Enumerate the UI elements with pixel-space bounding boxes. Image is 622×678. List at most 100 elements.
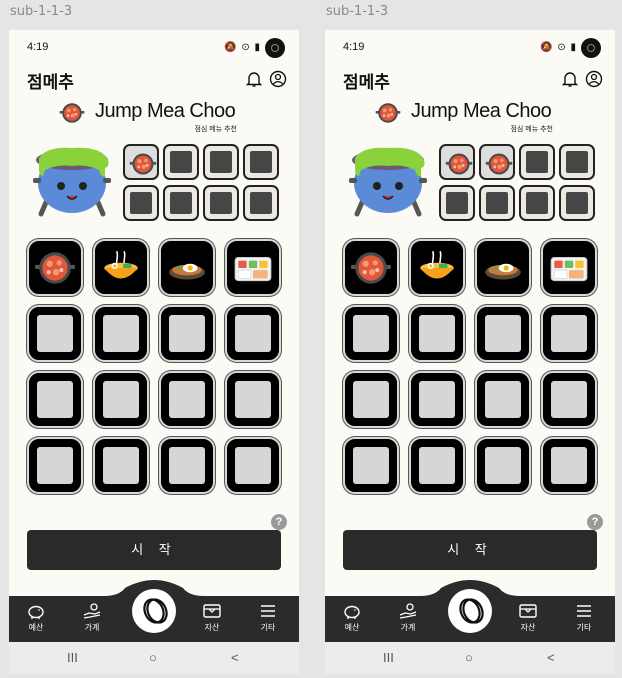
bell-icon[interactable] [561,70,579,88]
tab-label: 예산 [28,623,44,632]
status-bar: 4:19 🔕 ⊙ ▮ [343,38,601,58]
menu-slot-empty[interactable] [27,305,83,362]
app-title: 점메추 [343,73,390,92]
menu-item-tteokbokki[interactable] [27,239,83,296]
menu-slot-empty[interactable] [541,305,597,362]
help-icon[interactable]: ? [587,514,603,530]
back-button[interactable]: < [547,650,555,665]
coin-icon [459,598,484,624]
selected-slot [163,144,199,180]
menu-icon [569,602,599,620]
menu-slot-empty[interactable] [343,305,399,362]
status-time: 4:19 [27,41,49,53]
recent-apps-button[interactable]: III [67,650,78,665]
brand-subtitle: 점심 메뉴 추천 [194,126,237,133]
selected-slot [243,185,279,221]
selected-slot [479,144,515,180]
start-button[interactable]: 시 작 [27,530,281,570]
frame-label: sub-1-1-3 [326,4,389,19]
tab-label: 자산 [520,623,536,632]
status-time: 4:19 [343,41,365,53]
menu-slot-empty[interactable] [225,437,281,494]
wallet-icon [513,602,543,620]
menu-slot-empty[interactable] [225,305,281,362]
tab-wallet[interactable]: 자산 [197,602,227,633]
user-circle-icon[interactable] [269,70,287,88]
mascot-cauldron-icon [349,147,427,217]
brand-name: Jump Mea Choo [95,100,236,122]
center-action-button[interactable] [441,582,499,640]
menu-item-fried-egg-rice[interactable] [475,239,531,296]
menu-slot-empty[interactable] [93,305,149,362]
tab-label: 기타 [576,623,592,632]
tab-hand-coin[interactable]: 가계 [77,602,107,633]
camera-icon [265,38,285,58]
selected-slot [559,185,595,221]
camera-icon [581,38,601,58]
selected-slot [203,185,239,221]
phone-screen: 4:19 🔕 ⊙ ▮ 점메추 Jump Mea Choo 점심 메뉴 추천 ? 시… [325,30,615,674]
menu-slot-empty[interactable] [343,371,399,428]
menu-item-ramen[interactable] [409,239,465,296]
tab-label: 기타 [260,623,276,632]
tab-wallet[interactable]: 자산 [513,602,543,633]
selected-slot [243,144,279,180]
user-circle-icon[interactable] [585,70,603,88]
menu-slot-empty[interactable] [93,437,149,494]
menu-slot-empty[interactable] [27,371,83,428]
status-bar: 4:19 🔕 ⊙ ▮ [27,38,285,58]
menu-slot-empty[interactable] [475,371,531,428]
menu-item-lunchbox[interactable] [225,239,281,296]
menu-item-ramen[interactable] [93,239,149,296]
phone-screen: 4:19 🔕 ⊙ ▮ 점메추 Jump Mea Choo 점심 메뉴 추천 ? 시… [9,30,299,674]
center-action-button[interactable] [125,582,183,640]
menu-slot-empty[interactable] [475,437,531,494]
menu-slot-empty[interactable] [27,437,83,494]
back-button[interactable]: < [231,650,239,665]
menu-slot-empty[interactable] [541,371,597,428]
selected-slot [439,185,475,221]
menu-slot-empty[interactable] [93,371,149,428]
tab-piggy-bank[interactable]: 예산 [337,602,367,633]
selected-slot [519,185,555,221]
help-icon[interactable]: ? [271,514,287,530]
menu-item-fried-egg-rice[interactable] [159,239,215,296]
tab-hand-coin[interactable]: 가계 [393,602,423,633]
selected-menu-slots [439,144,599,222]
selected-slot [519,144,555,180]
tab-label: 자산 [204,623,220,632]
menu-slot-empty[interactable] [541,437,597,494]
start-button[interactable]: 시 작 [343,530,597,570]
selected-slot [123,144,159,180]
selected-slot [123,185,159,221]
menu-slot-empty[interactable] [409,437,465,494]
piggy-bank-icon [337,602,367,620]
menu-slot-empty[interactable] [409,371,465,428]
menu-slot-empty[interactable] [475,305,531,362]
selected-menu-slots [123,144,283,222]
system-nav-bar: III ○ < [9,642,299,674]
tab-menu[interactable]: 기타 [569,602,599,633]
bell-icon[interactable] [245,70,263,88]
tab-menu[interactable]: 기타 [253,602,283,633]
hand-coin-icon [393,602,423,620]
selected-slot [479,185,515,221]
recent-apps-button[interactable]: III [383,650,394,665]
menu-slot-empty[interactable] [409,305,465,362]
menu-item-tteokbokki[interactable] [343,239,399,296]
home-button[interactable]: ○ [149,650,157,665]
menu-slot-empty[interactable] [159,371,215,428]
piggy-bank-icon [21,602,51,620]
menu-slot-empty[interactable] [159,305,215,362]
tab-piggy-bank[interactable]: 예산 [21,602,51,633]
menu-grid [343,239,599,494]
header-icons [561,70,605,90]
home-button[interactable]: ○ [465,650,473,665]
menu-slot-empty[interactable] [159,437,215,494]
brand-name: Jump Mea Choo [411,100,552,122]
brand-header: Jump Mea Choo 점심 메뉴 추천 [59,98,289,134]
menu-slot-empty[interactable] [343,437,399,494]
tab-label: 가계 [84,623,100,632]
menu-slot-empty[interactable] [225,371,281,428]
menu-item-lunchbox[interactable] [541,239,597,296]
